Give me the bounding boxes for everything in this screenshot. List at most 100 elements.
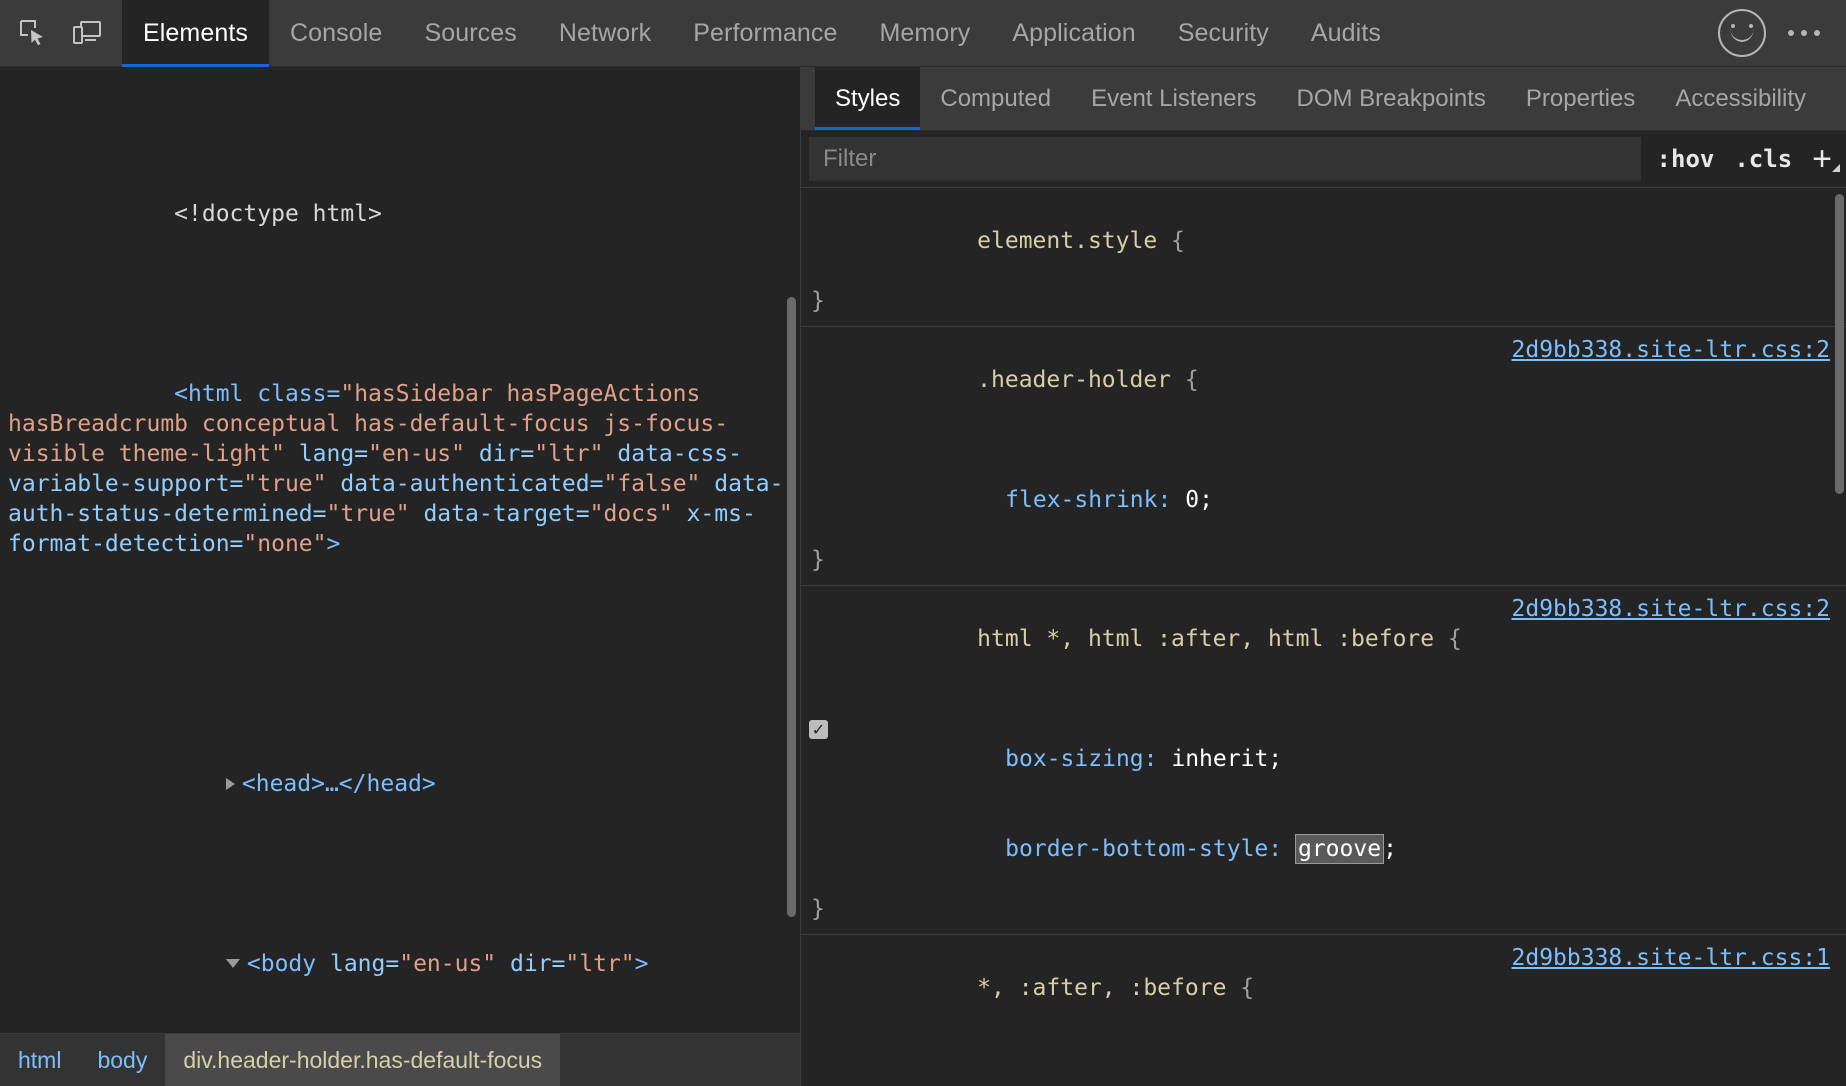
- rule-header-holder[interactable]: .header-holder { 2d9bb338.site-ltr.css:2…: [801, 327, 1846, 586]
- decl-border-bottom-style-prop[interactable]: border-bottom-style: [1005, 836, 1268, 862]
- tab-audits-label: Audits: [1311, 19, 1381, 48]
- styles-scrollbar[interactable]: [1835, 194, 1844, 494]
- rule-universal-selector[interactable]: *, :after, :before: [977, 975, 1226, 1001]
- elements-panel: <!doctype html> <html class="hasSidebar …: [0, 67, 801, 1086]
- dom-line-head[interactable]: <head>…</head>: [32, 739, 786, 829]
- rule-universal-selector-line: *, :after, :before { 2d9bb338.site-ltr.c…: [801, 943, 1846, 1063]
- tab-security[interactable]: Security: [1157, 0, 1290, 67]
- styles-filter-bar: :hov .cls +: [801, 131, 1846, 188]
- decl-box-sizing-inherit[interactable]: box-sizing: inherit;: [801, 714, 1846, 804]
- dom-tree-scrollbar[interactable]: [787, 297, 796, 917]
- html-val-auth: "false": [603, 471, 700, 497]
- rule-universal-origin[interactable]: 2d9bb338.site-ltr.css:1: [1512, 943, 1831, 973]
- html-val-cssvar: "true": [243, 471, 326, 497]
- devtools-window: Elements Console Sources Network Perform…: [0, 0, 1846, 1086]
- breadcrumb-item-header-holder-label: div.header-holder.has-default-focus: [183, 1047, 542, 1074]
- decl-border-bottom-style-value[interactable]: groove: [1296, 835, 1383, 863]
- filter-input[interactable]: [809, 137, 1641, 181]
- breadcrumb: html body div.header-holder.has-default-…: [0, 1033, 800, 1086]
- rule-universal[interactable]: *, :after, :before { 2d9bb338.site-ltr.c…: [801, 935, 1846, 1086]
- tab-audits[interactable]: Audits: [1290, 0, 1402, 67]
- rule-html-universal-close: }: [801, 894, 1846, 924]
- device-toolbar-icon[interactable]: [60, 7, 114, 59]
- tab-sources[interactable]: Sources: [403, 0, 537, 67]
- tab-dom-breakpoints[interactable]: DOM Breakpoints: [1277, 67, 1506, 130]
- kebab-dot-1: [1788, 30, 1794, 36]
- tab-computed[interactable]: Computed: [920, 67, 1071, 130]
- dom-tree-scroll[interactable]: <!doctype html> <html class="hasSidebar …: [0, 67, 800, 1033]
- dom-line-body-open[interactable]: <body lang="en-us" dir="ltr">: [32, 919, 786, 1009]
- chevron-down-icon-body[interactable]: [226, 959, 240, 968]
- body-val-lang: "en-us": [399, 951, 496, 977]
- tab-properties-label: Properties: [1526, 85, 1635, 113]
- tab-event-listeners[interactable]: Event Listeners: [1071, 67, 1276, 130]
- decl-border-bottom-style[interactable]: border-bottom-style: groove;: [801, 804, 1846, 894]
- inspect-element-icon[interactable]: [6, 7, 60, 59]
- rule-element-style-selector-line: element.style {: [801, 196, 1846, 286]
- html-val-format: "none": [243, 531, 326, 557]
- new-style-rule-label: +: [1812, 140, 1832, 178]
- decl-box-sizing-prop[interactable]: box-sizing: [1005, 746, 1143, 772]
- kebab-dot-2: [1801, 30, 1807, 36]
- tab-dom-breakpoints-label: DOM Breakpoints: [1297, 85, 1486, 113]
- panel-tabs: Elements Console Sources Network Perform…: [122, 0, 1402, 67]
- dom-line-doctype[interactable]: <!doctype html>: [8, 169, 786, 259]
- html-tag-open: <html class=: [174, 381, 340, 407]
- breadcrumb-item-body[interactable]: body: [79, 1034, 165, 1086]
- tab-performance[interactable]: Performance: [672, 0, 858, 67]
- dom-line-html-open[interactable]: <html class="hasSidebar hasPageActions h…: [8, 349, 786, 589]
- decl-box-sizing-value[interactable]: inherit: [1171, 746, 1268, 772]
- decl-box-sizing-overridden[interactable]: box-sizing: inherit;: [801, 1063, 1846, 1086]
- rule-html-universal[interactable]: html *, html :after, html :before { 2d9b…: [801, 586, 1846, 935]
- tab-network[interactable]: Network: [538, 0, 672, 67]
- html-attr-lang: lang=: [299, 441, 368, 467]
- rule-header-holder-close: }: [801, 545, 1846, 575]
- rule-header-holder-selector-line: .header-holder { 2d9bb338.site-ltr.css:2: [801, 335, 1846, 455]
- body-attr-dir: dir=: [496, 951, 565, 977]
- decl-flex-shrink[interactable]: flex-shrink: 0;: [801, 455, 1846, 545]
- rule-html-universal-selector[interactable]: html *, html :after, html :before: [977, 626, 1434, 652]
- html-val-target: "docs": [590, 501, 673, 527]
- tab-memory-label: Memory: [879, 19, 970, 48]
- body-attr-lang: lang=: [330, 951, 399, 977]
- breadcrumb-item-html-label: html: [18, 1047, 61, 1074]
- tab-application[interactable]: Application: [991, 0, 1156, 67]
- sidebar-tabs: Styles Computed Event Listeners DOM Brea…: [801, 67, 1846, 131]
- chevron-right-icon-head[interactable]: [226, 778, 235, 790]
- tab-elements[interactable]: Elements: [122, 0, 269, 67]
- styles-rule-list[interactable]: element.style { } .header-holder { 2d9bb…: [801, 188, 1846, 1086]
- html-val-authstatus: "true": [327, 501, 410, 527]
- more-options-icon[interactable]: [1782, 11, 1826, 55]
- main-split: <!doctype html> <html class="hasSidebar …: [0, 67, 1846, 1086]
- html-attr-auth: data-authenticated=: [340, 471, 603, 497]
- decl-flex-shrink-prop[interactable]: flex-shrink: [1005, 487, 1157, 513]
- tab-console[interactable]: Console: [269, 0, 403, 67]
- rule-header-holder-origin[interactable]: 2d9bb338.site-ltr.css:2: [1512, 335, 1831, 365]
- breadcrumb-item-html[interactable]: html: [0, 1034, 79, 1086]
- toggle-element-state-button[interactable]: :hov: [1647, 145, 1725, 173]
- body-val-dir: "ltr": [565, 951, 634, 977]
- tab-styles[interactable]: Styles: [815, 67, 920, 130]
- decl-enabled-checkbox[interactable]: [809, 720, 828, 739]
- new-style-rule-button[interactable]: +: [1802, 142, 1846, 176]
- tab-sources-label: Sources: [424, 19, 516, 48]
- hov-label: :hov: [1657, 145, 1715, 173]
- rule-header-holder-selector[interactable]: .header-holder: [977, 367, 1171, 393]
- breadcrumb-item-header-holder[interactable]: div.header-holder.has-default-focus: [165, 1034, 560, 1086]
- chevron-corner-icon: [1832, 164, 1840, 172]
- html-attr-target: data-target=: [423, 501, 589, 527]
- html-val-lang: "en-us": [368, 441, 465, 467]
- tab-accessibility[interactable]: Accessibility: [1655, 67, 1826, 130]
- rule-html-universal-selector-line: html *, html :after, html :before { 2d9b…: [801, 594, 1846, 714]
- rule-element-style-selector[interactable]: element.style: [977, 228, 1157, 254]
- decl-flex-shrink-value[interactable]: 0: [1185, 487, 1199, 513]
- rule-element-style[interactable]: element.style { }: [801, 188, 1846, 327]
- tab-computed-label: Computed: [940, 85, 1051, 113]
- element-classes-button[interactable]: .cls: [1724, 145, 1802, 173]
- rule-html-universal-origin[interactable]: 2d9bb338.site-ltr.css:2: [1512, 594, 1831, 624]
- tab-properties[interactable]: Properties: [1506, 67, 1655, 130]
- styles-sidebar: Styles Computed Event Listeners DOM Brea…: [801, 67, 1846, 1086]
- feedback-smiley-icon[interactable]: [1718, 9, 1766, 57]
- rule-element-style-close: }: [801, 286, 1846, 316]
- tab-memory[interactable]: Memory: [858, 0, 991, 67]
